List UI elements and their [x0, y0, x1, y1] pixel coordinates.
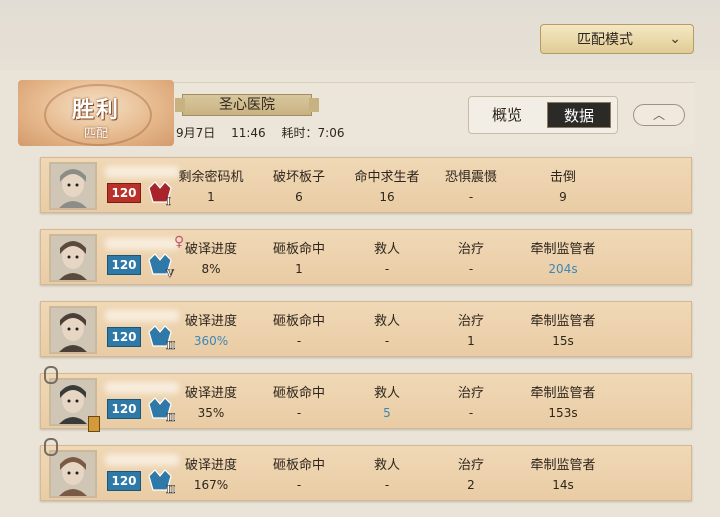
stat-value: - [468, 262, 474, 276]
tab-data[interactable]: 数据 [547, 102, 611, 128]
level-badge: 120 [107, 255, 141, 275]
stat-value: 2 [467, 478, 475, 492]
character-avatar[interactable] [49, 162, 97, 210]
stat-value: 1 [467, 334, 475, 348]
stat-value: 5 [383, 406, 391, 420]
map-name: 圣心医院 [175, 94, 319, 116]
stat-value: - [296, 478, 302, 492]
player-row[interactable]: 120 I 剩余密码机 1 破坏板子 6 命中求生者 16 恐惧震慑 - 击倒 9 [40, 157, 692, 213]
stat-label: 牵制监管者 [530, 458, 596, 473]
stat-value: 8% [201, 262, 221, 276]
stat-label: 剩余密码机 [178, 170, 244, 185]
match-time: 11:46 [231, 126, 266, 140]
collapse-button[interactable]: ︿ [633, 104, 685, 126]
result-subtitle: 匹配 [83, 126, 108, 140]
match-mode-dropdown[interactable]: 匹配模式 ⌄ [540, 24, 694, 54]
stat-label: 砸板命中 [272, 242, 325, 257]
level-badge: 120 [107, 399, 141, 419]
stat-value: - [468, 190, 474, 204]
stat-label: 恐惧震慑 [444, 170, 497, 185]
character-avatar[interactable] [49, 450, 97, 498]
stat-value: 1 [207, 190, 215, 204]
stat-value: 360% [193, 334, 229, 348]
level-badge: 120 [107, 471, 141, 491]
stat-value: 153s [548, 406, 578, 420]
chain-icon [44, 366, 58, 384]
character-avatar[interactable] [49, 306, 97, 354]
stat-label: 破译进度 [184, 458, 237, 473]
stat-value: 1 [295, 262, 303, 276]
chain-icon [44, 438, 58, 456]
stat-label: 破译进度 [184, 314, 237, 329]
result-badge: 胜利 匹配 [18, 80, 174, 146]
stat-label: 救人 [373, 314, 400, 329]
stat-value: 16 [379, 190, 395, 204]
stat-label: 破坏板子 [272, 170, 325, 185]
chevron-down-icon: ⌄ [669, 31, 681, 47]
level-badge: 120 [107, 183, 141, 203]
stat-label: 牵制监管者 [530, 314, 596, 329]
stat-value: 35% [197, 406, 225, 420]
stat-value: - [296, 406, 302, 420]
stat-value: - [296, 334, 302, 348]
result-title: 胜利 [71, 98, 120, 123]
stat-value: - [384, 262, 390, 276]
match-duration: 耗时：7:06 [281, 126, 345, 140]
stat-value: 14s [552, 478, 574, 492]
stat-value: - [468, 406, 474, 420]
stat-value: 15s [552, 334, 574, 348]
match-mode-label: 匹配模式 [577, 32, 633, 48]
stat-label: 治疗 [457, 386, 484, 401]
stat-label: 治疗 [457, 314, 484, 329]
stat-value: 6 [295, 190, 303, 204]
stat-label: 砸板命中 [272, 314, 325, 329]
female-symbol-icon: ♀ [174, 234, 185, 250]
match-meta: 9月7日 11:46 耗时：7:06 [176, 124, 356, 141]
stat-label: 砸板命中 [272, 458, 325, 473]
stat-label: 救人 [373, 386, 400, 401]
stat-label: 砸板命中 [272, 386, 325, 401]
stat-label: 救人 [373, 242, 400, 257]
player-row[interactable]: 120III破译进度360%砸板命中-救人-治疗1牵制监管者15s [40, 301, 692, 357]
stat-value: 167% [193, 478, 229, 492]
stat-label: 治疗 [457, 242, 484, 257]
stat-label: 救人 [373, 458, 400, 473]
stat-label: 命中求生者 [354, 170, 420, 185]
level-badge: 120 [107, 327, 141, 347]
stat-value: - [384, 334, 390, 348]
view-tabs: 概览 数据 [468, 96, 618, 134]
character-avatar[interactable] [49, 234, 97, 282]
tab-overview[interactable]: 概览 [475, 102, 539, 128]
match-date: 9月7日 [176, 126, 216, 140]
stat-label: 击倒 [549, 170, 576, 185]
stat-value: - [384, 478, 390, 492]
stat-label: 牵制监管者 [530, 386, 596, 401]
stat-label: 治疗 [457, 458, 484, 473]
stat-value: 204s [548, 262, 578, 276]
lantern-icon [88, 416, 100, 432]
stat-label: 破译进度 [184, 386, 237, 401]
chevron-up-icon: ︿ [652, 108, 665, 122]
player-row[interactable]: 120III破译进度35%砸板命中-救人5治疗-牵制监管者153s [40, 373, 692, 429]
stat-label: 牵制监管者 [530, 242, 596, 257]
player-row[interactable]: 120III破译进度167%砸板命中-救人-治疗2牵制监管者14s [40, 445, 692, 501]
stat-value: 9 [559, 190, 567, 204]
player-row[interactable]: 120 V 破译进度 8% 砸板命中 1 救人 - 治疗 - 牵制监管者 204s [40, 229, 692, 285]
